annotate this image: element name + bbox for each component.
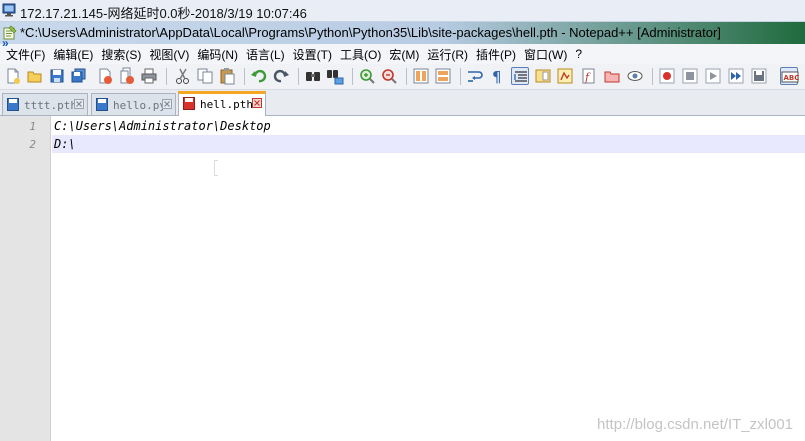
code-line[interactable]: C:\Users\Administrator\Desktop (52, 117, 805, 135)
zoom-out-icon[interactable] (380, 67, 398, 85)
toolbar-separator (166, 68, 167, 85)
undo-icon[interactable] (250, 67, 268, 85)
saved-file-icon (96, 98, 108, 111)
menu-plugins[interactable]: 插件(P) (468, 46, 516, 63)
tab-close-icon[interactable] (74, 99, 84, 109)
spell-check-icon[interactable]: ABC (780, 67, 800, 85)
save-all-icon[interactable] (70, 67, 88, 85)
toolbar-separator (298, 68, 299, 85)
menu-help[interactable]: ? (567, 47, 582, 61)
menu-edit[interactable]: 编辑(E) (45, 46, 93, 63)
new-file-icon[interactable] (4, 67, 22, 85)
collapse-chevron-icon[interactable]: » (2, 36, 9, 50)
tab-label: hello.py (113, 99, 166, 112)
find-icon[interactable] (304, 67, 322, 85)
toolbar-separator (652, 68, 653, 85)
remote-session-bar: 172.17.21.145-网络延时0.0秒-2018/3/19 10:07:4… (0, 0, 805, 22)
tab-label: hell.pth (200, 98, 253, 111)
play-macro-icon[interactable] (704, 67, 722, 85)
document-map-icon[interactable] (534, 67, 552, 85)
remote-session-status: 172.17.21.145-网络延时0.0秒-2018/3/19 10:07:4… (20, 6, 307, 21)
menu-view[interactable]: 视图(V) (141, 46, 189, 63)
code-line-current[interactable]: D:\ (52, 135, 805, 153)
toolbar-separator (352, 68, 353, 85)
toolbar-separator (460, 68, 461, 85)
tab-close-icon[interactable] (162, 99, 172, 109)
window-title: *C:\Users\Administrator\AppData\Local\Pr… (20, 25, 721, 40)
open-file-icon[interactable] (26, 67, 44, 85)
line-number: 1 (29, 120, 36, 133)
menu-encoding[interactable]: 编码(N) (189, 46, 238, 63)
sync-horizontal-icon[interactable] (434, 67, 452, 85)
sync-vertical-icon[interactable] (412, 67, 430, 85)
run-macro-multiple-icon[interactable] (727, 67, 745, 85)
menu-macro[interactable]: 宏(M) (381, 46, 419, 63)
tab-bar: tttt.pth hello.py hell.pth (0, 90, 805, 116)
menu-bar: 文件(F) 编辑(E) 搜索(S) 视图(V) 编码(N) 语言(L) 设置(T… (0, 44, 805, 64)
tab-label: tttt.pth (24, 99, 77, 112)
window-title-bar[interactable]: *C:\Users\Administrator\AppData\Local\Pr… (0, 22, 805, 44)
redo-icon[interactable] (272, 67, 290, 85)
remote-desktop-icon (2, 3, 16, 17)
editor-area[interactable]: 1 2 C:\Users\Administrator\Desktop D:\ h… (0, 116, 805, 441)
monitoring-icon[interactable] (626, 67, 644, 85)
replace-icon[interactable] (326, 67, 344, 85)
toolbar-separator (244, 68, 245, 85)
zoom-in-icon[interactable] (358, 67, 376, 85)
folder-icon[interactable] (603, 67, 621, 85)
tab-tttt-pth[interactable]: tttt.pth (2, 93, 88, 115)
line-number: 2 (29, 138, 36, 151)
close-icon[interactable] (96, 67, 114, 85)
copy-icon[interactable] (196, 67, 214, 85)
watermark: http://blog.csdn.net/IT_zxl001 (597, 416, 793, 433)
record-macro-icon[interactable] (658, 67, 676, 85)
print-icon[interactable] (140, 67, 158, 85)
tab-hello-py[interactable]: hello.py (91, 93, 176, 115)
stop-recording-icon[interactable] (681, 67, 699, 85)
cut-icon[interactable] (174, 67, 192, 85)
save-icon[interactable] (48, 67, 66, 85)
saved-file-icon (7, 98, 19, 111)
menu-settings[interactable]: 设置(T) (285, 46, 332, 63)
tab-close-icon[interactable] (252, 98, 262, 108)
menu-language[interactable]: 语言(L) (238, 46, 285, 63)
function-list-icon[interactable] (556, 67, 574, 85)
menu-window[interactable]: 窗口(W) (516, 46, 567, 63)
show-all-characters-icon[interactable]: ¶ (488, 67, 506, 85)
menu-run[interactable]: 运行(R) (419, 46, 468, 63)
menu-search[interactable]: 搜索(S) (93, 46, 141, 63)
line-number-gutter[interactable]: 1 2 (0, 116, 51, 441)
svg-text:¶: ¶ (492, 68, 502, 85)
close-all-icon[interactable] (118, 67, 136, 85)
toolbar-separator (406, 68, 407, 85)
svg-text:ABC: ABC (784, 74, 800, 82)
paste-icon[interactable] (218, 67, 236, 85)
modified-file-icon (183, 97, 195, 110)
folder-as-workspace-icon[interactable]: f (580, 67, 598, 85)
save-macro-icon[interactable] (750, 67, 768, 85)
menu-tools[interactable]: 工具(O) (332, 46, 381, 63)
word-wrap-icon[interactable] (466, 67, 484, 85)
text-cursor (214, 160, 218, 176)
indent-guide-icon[interactable] (511, 67, 529, 85)
toolbar: ¶ f ABC (0, 64, 805, 90)
tab-hell-pth[interactable]: hell.pth (178, 91, 266, 116)
